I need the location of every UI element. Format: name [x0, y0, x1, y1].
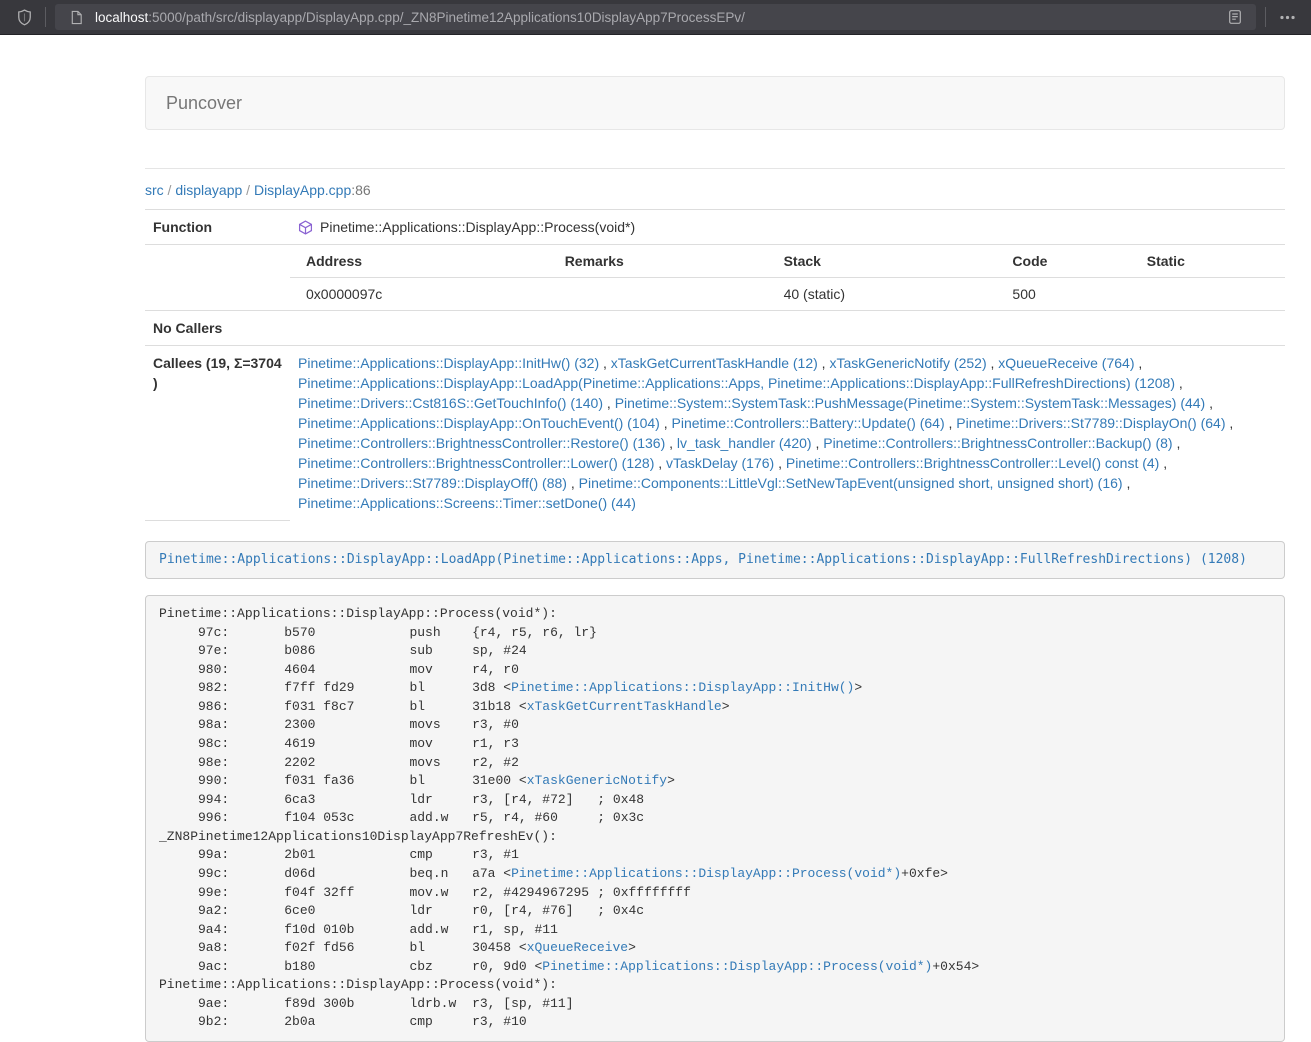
more-icon[interactable]	[1275, 5, 1299, 29]
code-value: 500	[996, 278, 1130, 311]
no-callers-label: No Callers	[145, 311, 290, 346]
url-host: localhost	[95, 10, 148, 25]
callee-link[interactable]: Pinetime::Controllers::BrightnessControl…	[823, 435, 1172, 451]
asm-symbol-link[interactable]: Pinetime::Applications::DisplayApp::Init…	[511, 680, 854, 695]
function-name-cell: Pinetime::Applications::DisplayApp::Proc…	[290, 210, 1285, 245]
column-static: Static	[1131, 245, 1285, 278]
breadcrumb-link[interactable]: DisplayApp.cpp	[254, 182, 351, 198]
url-bar[interactable]: localhost:5000/path/src/displayapp/Displ…	[55, 4, 1256, 30]
callee-link[interactable]: xQueueReceive (764)	[998, 355, 1134, 371]
callee-link[interactable]: Pinetime::Applications::DisplayApp::OnTo…	[298, 415, 660, 431]
page-container: Puncover src / displayapp / DisplayApp.c…	[145, 76, 1285, 1042]
details-header-row: Address Remarks Stack Code Static	[290, 245, 1285, 278]
asm-symbol-link[interactable]: xTaskGetCurrentTaskHandle	[527, 699, 722, 714]
callee-link[interactable]: Pinetime::Components::LittleVgl::SetNewT…	[579, 475, 1123, 491]
column-remarks: Remarks	[549, 245, 768, 278]
details-table: Address Remarks Stack Code Static 0x0000…	[290, 245, 1285, 310]
callee-link[interactable]: Pinetime::Applications::DisplayApp::Init…	[298, 355, 599, 371]
callee-link[interactable]: xTaskGenericNotify (252)	[829, 355, 986, 371]
asm-symbol-link[interactable]: Pinetime::Applications::DisplayApp::Proc…	[511, 866, 901, 881]
remarks-value	[549, 278, 768, 311]
no-callers-row: No Callers	[145, 311, 1285, 346]
disassembly-code: Pinetime::Applications::DisplayApp::Proc…	[159, 606, 979, 1029]
callee-link[interactable]: Pinetime::Applications::Screens::Timer::…	[298, 495, 636, 511]
no-callers-cell	[290, 311, 1285, 346]
shield-icon[interactable]	[12, 5, 36, 29]
reader-view-icon[interactable]	[1223, 5, 1247, 29]
empty-label	[145, 245, 290, 311]
toolbar-divider	[45, 7, 46, 27]
snippet-symbol-link[interactable]: Pinetime::Applications::DisplayApp::Load…	[159, 552, 1247, 567]
page-icon[interactable]	[64, 5, 88, 29]
navbar: Puncover	[145, 76, 1285, 130]
function-label: Function	[145, 210, 290, 245]
callee-link[interactable]: xTaskGetCurrentTaskHandle (12)	[611, 355, 818, 371]
breadcrumb-link[interactable]: src	[145, 182, 164, 198]
callee-link[interactable]: Pinetime::Drivers::Cst816S::GetTouchInfo…	[298, 395, 603, 411]
brand-link[interactable]: Puncover	[166, 93, 242, 113]
function-row: Function Pinetime::Applications::Display…	[145, 210, 1285, 245]
static-value	[1131, 278, 1285, 311]
function-details-row: Address Remarks Stack Code Static 0x0000…	[145, 245, 1285, 311]
url-path: :5000/path/src/displayapp/DisplayApp.cpp…	[148, 10, 745, 25]
address-value: 0x0000097c	[290, 278, 549, 311]
breadcrumb-link[interactable]: displayapp	[175, 182, 242, 198]
callee-link[interactable]: Pinetime::Drivers::St7789::DisplayOff() …	[298, 475, 567, 491]
callee-link[interactable]: Pinetime::Controllers::Battery::Update()…	[672, 415, 945, 431]
disassembly-block: Pinetime::Applications::DisplayApp::Proc…	[145, 595, 1285, 1042]
package-icon	[298, 220, 313, 235]
stack-value: 40 (static)	[768, 278, 997, 311]
function-details-cell: Address Remarks Stack Code Static 0x0000…	[290, 245, 1285, 311]
column-stack: Stack	[768, 245, 997, 278]
callee-link[interactable]: Pinetime::Controllers::BrightnessControl…	[298, 435, 665, 451]
callee-link[interactable]: lv_task_handler (420)	[677, 435, 812, 451]
url-text: localhost:5000/path/src/displayapp/Displ…	[95, 10, 745, 25]
asm-symbol-link[interactable]: Pinetime::Applications::DisplayApp::Proc…	[542, 959, 932, 974]
breadcrumb: src / displayapp / DisplayApp.cpp:86	[145, 180, 1285, 200]
divider	[145, 168, 1285, 169]
callee-link[interactable]: Pinetime::Drivers::St7789::DisplayOn() (…	[956, 415, 1225, 431]
breadcrumb-separator: /	[164, 182, 176, 198]
toolbar-divider	[1265, 7, 1266, 27]
column-address: Address	[290, 245, 549, 278]
callees-label: Callees (19, Σ=3704 )	[145, 346, 290, 521]
function-table: Function Pinetime::Applications::Display…	[145, 209, 1285, 521]
column-code: Code	[996, 245, 1130, 278]
callee-link[interactable]: vTaskDelay (176)	[666, 455, 774, 471]
callee-link[interactable]: Pinetime::Applications::DisplayApp::Load…	[298, 375, 1175, 391]
callees-list: Pinetime::Applications::DisplayApp::Init…	[290, 346, 1285, 521]
callee-link[interactable]: Pinetime::Controllers::BrightnessControl…	[298, 455, 654, 471]
browser-toolbar: localhost:5000/path/src/displayapp/Displ…	[0, 0, 1311, 35]
breadcrumb-line-number: :86	[351, 182, 370, 198]
callee-link[interactable]: Pinetime::Controllers::BrightnessControl…	[786, 455, 1159, 471]
details-data-row: 0x0000097c 40 (static) 500	[290, 278, 1285, 311]
load-app-snippet: Pinetime::Applications::DisplayApp::Load…	[145, 541, 1285, 580]
function-name: Pinetime::Applications::DisplayApp::Proc…	[320, 219, 635, 235]
asm-symbol-link[interactable]: xQueueReceive	[527, 940, 628, 955]
asm-symbol-link[interactable]: xTaskGenericNotify	[527, 773, 667, 788]
breadcrumb-separator: /	[242, 182, 254, 198]
callee-link[interactable]: Pinetime::System::SystemTask::PushMessag…	[615, 395, 1206, 411]
callees-row: Callees (19, Σ=3704 ) Pinetime::Applicat…	[145, 346, 1285, 521]
